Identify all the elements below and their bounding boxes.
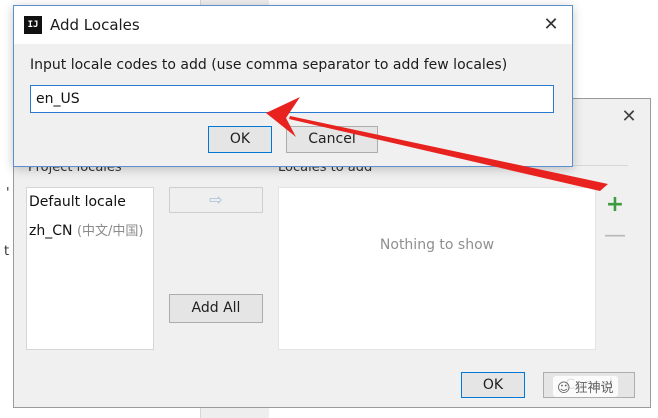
empty-list-text: Nothing to show xyxy=(379,237,495,253)
add-icon[interactable]: + xyxy=(604,194,626,216)
background-strip xyxy=(200,408,269,418)
arrow-right-icon: ⇨ xyxy=(209,190,223,209)
title-bar[interactable]: IJ Add Locales ✕ xyxy=(14,6,572,44)
ok-button[interactable]: OK xyxy=(461,372,525,398)
locale-name: zh_CN xyxy=(29,223,73,239)
watermark: ☺ 狂神说 xyxy=(553,376,618,397)
list-item[interactable]: zh_CN (中文/中国) xyxy=(29,220,143,239)
intellij-app-icon: IJ xyxy=(24,16,42,34)
project-locales-list[interactable]: Default locale zh_CN (中文/中国) xyxy=(26,187,154,350)
background-text: ' xyxy=(6,186,10,201)
add-locales-dialog: IJ Add Locales ✕ Input locale codes to a… xyxy=(13,5,573,167)
list-item[interactable]: Default locale xyxy=(29,194,126,210)
locale-detail: (中文/中国) xyxy=(76,224,144,239)
locales-to-add-list[interactable]: Nothing to show xyxy=(278,187,596,350)
prompt-label: Input locale codes to add (use comma sep… xyxy=(30,57,508,73)
locale-name: Default locale xyxy=(29,194,126,210)
ok-button[interactable]: OK xyxy=(208,126,272,153)
locale-codes-input[interactable] xyxy=(30,85,554,113)
close-icon[interactable]: ✕ xyxy=(540,14,562,36)
move-right-button[interactable]: ⇨ xyxy=(169,187,263,213)
background-text: t xyxy=(4,244,10,259)
close-icon[interactable]: ✕ xyxy=(618,106,640,128)
cancel-button[interactable]: Cancel xyxy=(286,126,378,153)
background-window-edge xyxy=(0,0,13,418)
dialog-title: Add Locales xyxy=(50,16,140,34)
add-all-button[interactable]: Add All xyxy=(169,294,263,323)
remove-icon[interactable]: — xyxy=(604,225,626,247)
